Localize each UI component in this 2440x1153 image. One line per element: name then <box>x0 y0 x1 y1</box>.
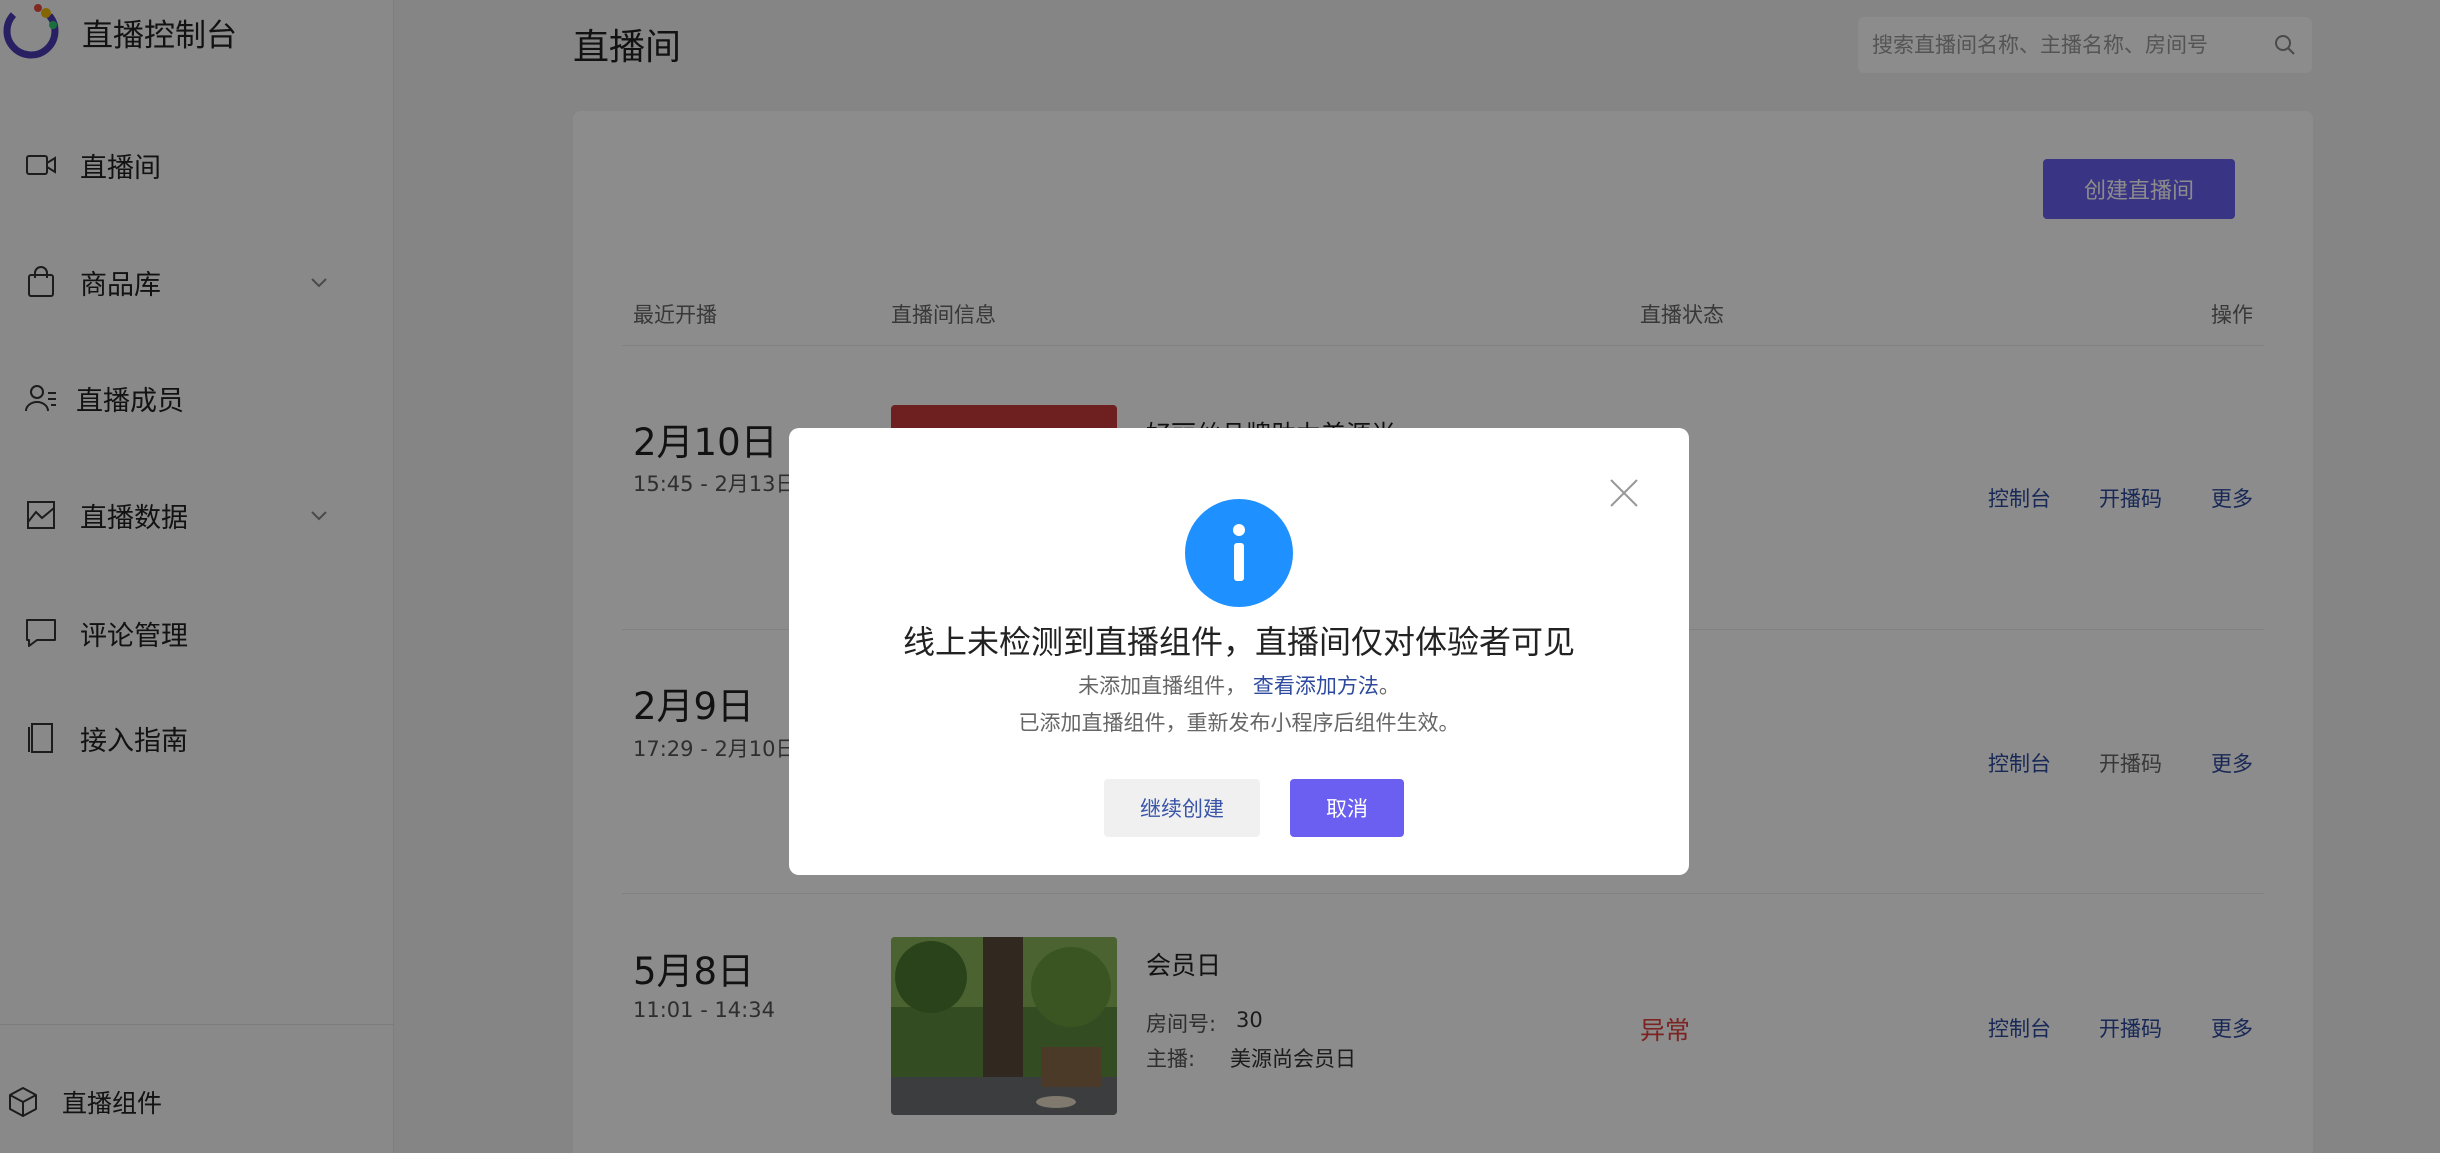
continue-create-button[interactable]: 继续创建 <box>1104 779 1260 837</box>
dialog-message-suffix: 。 <box>1378 674 1400 698</box>
cancel-button[interactable]: 取消 <box>1290 779 1404 837</box>
info-icon <box>1185 499 1293 607</box>
dialog-message-line2: 已添加直播组件，重新发布小程序后组件生效。 <box>1018 711 1460 735</box>
view-method-link[interactable]: 查看添加方法 <box>1253 674 1379 698</box>
close-icon[interactable] <box>1609 478 1639 508</box>
dialog-message-line1: 未添加直播组件， 查看添加方法。 <box>789 670 1689 700</box>
dialog-message-prefix: 未添加直播组件， <box>1078 674 1247 698</box>
component-warning-dialog: 线上未检测到直播组件，直播间仅对体验者可见 未添加直播组件， 查看添加方法。 已… <box>789 428 1689 875</box>
dialog-title: 线上未检测到直播组件，直播间仅对体验者可见 <box>902 623 1575 661</box>
